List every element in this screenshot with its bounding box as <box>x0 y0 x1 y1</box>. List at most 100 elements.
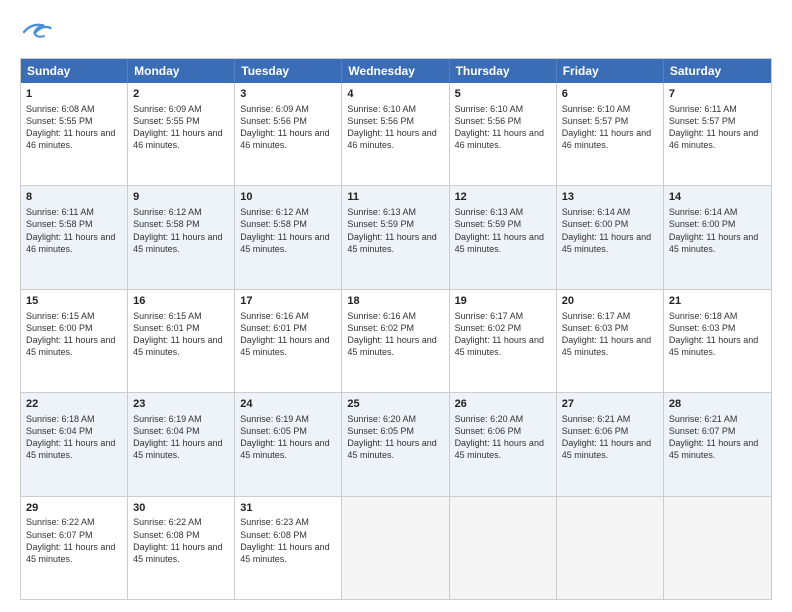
sunset-label: Sunset: 5:58 PM <box>240 219 307 229</box>
daylight-label: Daylight: 11 hours and 45 minutes. <box>133 232 222 254</box>
day-number: 29 <box>26 501 122 516</box>
page: SundayMondayTuesdayWednesdayThursdayFrid… <box>0 0 792 612</box>
sunrise-label: Sunrise: 6:14 AM <box>669 207 738 217</box>
daylight-label: Daylight: 11 hours and 45 minutes. <box>455 232 544 254</box>
day-number: 2 <box>133 87 229 102</box>
daylight-label: Daylight: 11 hours and 45 minutes. <box>455 335 544 357</box>
daylight-label: Daylight: 11 hours and 46 minutes. <box>669 128 758 150</box>
sunrise-label: Sunrise: 6:14 AM <box>562 207 631 217</box>
daylight-label: Daylight: 11 hours and 45 minutes. <box>240 542 329 564</box>
calendar-week-5: 29 Sunrise: 6:22 AM Sunset: 6:07 PM Dayl… <box>21 497 771 599</box>
empty-cell <box>342 497 449 599</box>
logo-icon <box>20 16 52 48</box>
sunset-label: Sunset: 6:08 PM <box>133 530 200 540</box>
sunrise-label: Sunrise: 6:10 AM <box>562 104 631 114</box>
sunrise-label: Sunrise: 6:17 AM <box>455 311 524 321</box>
day-cell-20: 20 Sunrise: 6:17 AM Sunset: 6:03 PM Dayl… <box>557 290 664 392</box>
sunset-label: Sunset: 5:55 PM <box>133 116 200 126</box>
sunset-label: Sunset: 6:02 PM <box>347 323 414 333</box>
day-number: 21 <box>669 294 766 309</box>
sunrise-label: Sunrise: 6:10 AM <box>455 104 524 114</box>
sunset-label: Sunset: 6:05 PM <box>240 426 307 436</box>
day-number: 13 <box>562 190 658 205</box>
day-cell-9: 9 Sunrise: 6:12 AM Sunset: 5:58 PM Dayli… <box>128 186 235 288</box>
sunset-label: Sunset: 6:04 PM <box>133 426 200 436</box>
sunset-label: Sunset: 6:00 PM <box>562 219 629 229</box>
sunset-label: Sunset: 6:07 PM <box>26 530 93 540</box>
day-number: 18 <box>347 294 443 309</box>
calendar-body: 1 Sunrise: 6:08 AM Sunset: 5:55 PM Dayli… <box>21 83 771 599</box>
day-number: 31 <box>240 501 336 516</box>
empty-cell <box>664 497 771 599</box>
sunset-label: Sunset: 6:06 PM <box>455 426 522 436</box>
day-cell-5: 5 Sunrise: 6:10 AM Sunset: 5:56 PM Dayli… <box>450 83 557 185</box>
day-number: 6 <box>562 87 658 102</box>
day-cell-14: 14 Sunrise: 6:14 AM Sunset: 6:00 PM Dayl… <box>664 186 771 288</box>
sunset-label: Sunset: 5:58 PM <box>133 219 200 229</box>
sunrise-label: Sunrise: 6:13 AM <box>347 207 416 217</box>
day-number: 1 <box>26 87 122 102</box>
sunset-label: Sunset: 5:56 PM <box>455 116 522 126</box>
sunset-label: Sunset: 6:00 PM <box>669 219 736 229</box>
day-cell-2: 2 Sunrise: 6:09 AM Sunset: 5:55 PM Dayli… <box>128 83 235 185</box>
day-number: 12 <box>455 190 551 205</box>
daylight-label: Daylight: 11 hours and 45 minutes. <box>26 335 115 357</box>
sunrise-label: Sunrise: 6:21 AM <box>669 414 738 424</box>
daylight-label: Daylight: 11 hours and 46 minutes. <box>347 128 436 150</box>
daylight-label: Daylight: 11 hours and 45 minutes. <box>669 335 758 357</box>
day-number: 7 <box>669 87 766 102</box>
header-day-sunday: Sunday <box>21 59 128 83</box>
sunrise-label: Sunrise: 6:15 AM <box>26 311 95 321</box>
daylight-label: Daylight: 11 hours and 46 minutes. <box>562 128 651 150</box>
calendar-week-4: 22 Sunrise: 6:18 AM Sunset: 6:04 PM Dayl… <box>21 393 771 496</box>
sunrise-label: Sunrise: 6:17 AM <box>562 311 631 321</box>
sunrise-label: Sunrise: 6:22 AM <box>26 517 95 527</box>
header-day-saturday: Saturday <box>664 59 771 83</box>
header <box>20 16 772 48</box>
daylight-label: Daylight: 11 hours and 45 minutes. <box>240 438 329 460</box>
daylight-label: Daylight: 11 hours and 45 minutes. <box>347 335 436 357</box>
day-number: 4 <box>347 87 443 102</box>
day-cell-22: 22 Sunrise: 6:18 AM Sunset: 6:04 PM Dayl… <box>21 393 128 495</box>
day-cell-18: 18 Sunrise: 6:16 AM Sunset: 6:02 PM Dayl… <box>342 290 449 392</box>
day-cell-4: 4 Sunrise: 6:10 AM Sunset: 5:56 PM Dayli… <box>342 83 449 185</box>
day-number: 25 <box>347 397 443 412</box>
sunrise-label: Sunrise: 6:16 AM <box>240 311 309 321</box>
day-number: 22 <box>26 397 122 412</box>
sunrise-label: Sunrise: 6:11 AM <box>26 207 94 217</box>
day-number: 5 <box>455 87 551 102</box>
daylight-label: Daylight: 11 hours and 45 minutes. <box>347 438 436 460</box>
daylight-label: Daylight: 11 hours and 45 minutes. <box>562 335 651 357</box>
day-cell-13: 13 Sunrise: 6:14 AM Sunset: 6:00 PM Dayl… <box>557 186 664 288</box>
header-day-tuesday: Tuesday <box>235 59 342 83</box>
sunset-label: Sunset: 5:58 PM <box>26 219 93 229</box>
sunrise-label: Sunrise: 6:20 AM <box>347 414 416 424</box>
sunset-label: Sunset: 6:01 PM <box>133 323 200 333</box>
sunrise-label: Sunrise: 6:13 AM <box>455 207 524 217</box>
daylight-label: Daylight: 11 hours and 45 minutes. <box>26 438 115 460</box>
calendar-week-2: 8 Sunrise: 6:11 AM Sunset: 5:58 PM Dayli… <box>21 186 771 289</box>
sunset-label: Sunset: 6:04 PM <box>26 426 93 436</box>
day-number: 28 <box>669 397 766 412</box>
sunrise-label: Sunrise: 6:20 AM <box>455 414 524 424</box>
day-number: 17 <box>240 294 336 309</box>
day-number: 11 <box>347 190 443 205</box>
daylight-label: Daylight: 11 hours and 46 minutes. <box>26 232 115 254</box>
day-cell-7: 7 Sunrise: 6:11 AM Sunset: 5:57 PM Dayli… <box>664 83 771 185</box>
sunrise-label: Sunrise: 6:18 AM <box>26 414 95 424</box>
day-number: 27 <box>562 397 658 412</box>
daylight-label: Daylight: 11 hours and 46 minutes. <box>133 128 222 150</box>
sunset-label: Sunset: 6:01 PM <box>240 323 307 333</box>
sunset-label: Sunset: 6:02 PM <box>455 323 522 333</box>
daylight-label: Daylight: 11 hours and 45 minutes. <box>26 542 115 564</box>
sunrise-label: Sunrise: 6:10 AM <box>347 104 416 114</box>
empty-cell <box>450 497 557 599</box>
day-cell-23: 23 Sunrise: 6:19 AM Sunset: 6:04 PM Dayl… <box>128 393 235 495</box>
day-cell-12: 12 Sunrise: 6:13 AM Sunset: 5:59 PM Dayl… <box>450 186 557 288</box>
header-day-wednesday: Wednesday <box>342 59 449 83</box>
sunrise-label: Sunrise: 6:11 AM <box>669 104 737 114</box>
sunrise-label: Sunrise: 6:21 AM <box>562 414 631 424</box>
sunset-label: Sunset: 5:59 PM <box>347 219 414 229</box>
calendar-header: SundayMondayTuesdayWednesdayThursdayFrid… <box>21 59 771 83</box>
day-cell-10: 10 Sunrise: 6:12 AM Sunset: 5:58 PM Dayl… <box>235 186 342 288</box>
